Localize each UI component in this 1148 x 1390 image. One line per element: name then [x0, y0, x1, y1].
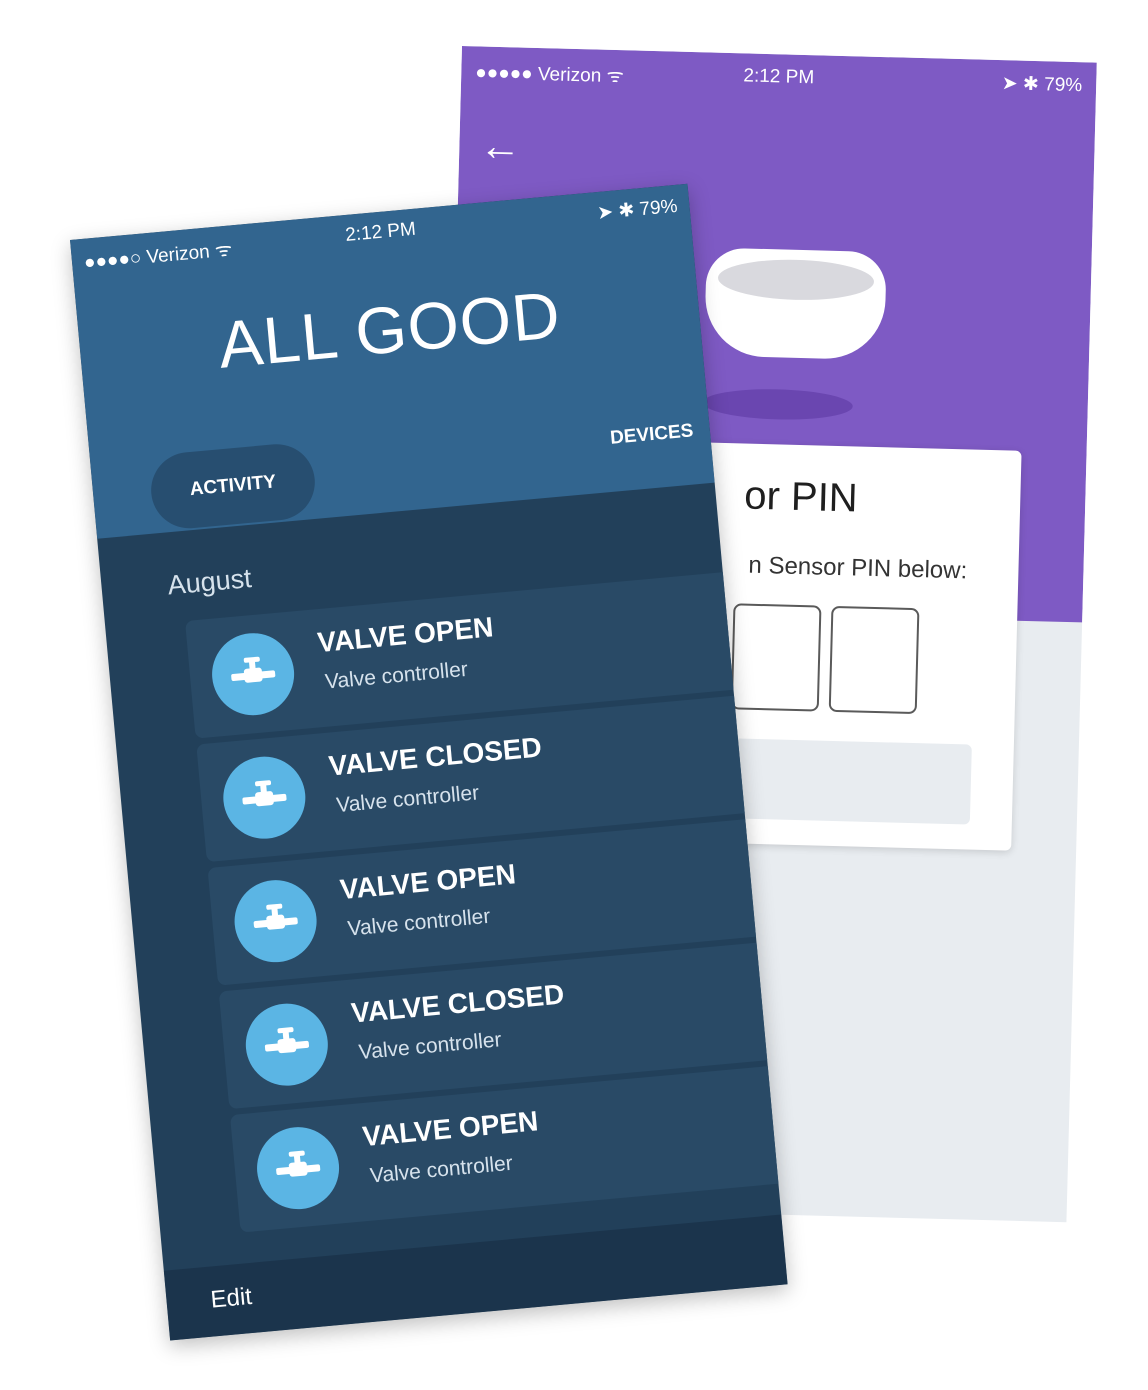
- valve-icon: [231, 876, 321, 966]
- status-bar: ●●●●○ Verizon ᯤ 2:12 PM ➤ ✱ 79%: [70, 184, 691, 280]
- pin-digit-input[interactable]: [730, 603, 822, 712]
- item-subtitle: Valve controller: [369, 1151, 514, 1188]
- valve-icon: [208, 629, 298, 719]
- item-subtitle: Valve controller: [357, 1028, 503, 1065]
- valve-icon: [219, 753, 309, 843]
- tab-activity[interactable]: ACTIVITY: [147, 440, 319, 532]
- item-subtitle: Valve controller: [346, 904, 492, 941]
- battery-status: ➤ ✱ 79%: [1001, 73, 1083, 97]
- back-arrow-icon[interactable]: ←: [479, 121, 522, 169]
- pin-title: or PIN: [743, 473, 859, 521]
- status-bar: ●●●●● Verizon ᯤ 2:12 PM ➤ ✱ 79%: [461, 46, 1097, 109]
- activity-screen: ●●●●○ Verizon ᯤ 2:12 PM ➤ ✱ 79% ALL GOOD…: [70, 183, 788, 1341]
- item-subtitle: Valve controller: [324, 657, 469, 694]
- tab-devices[interactable]: DEVICES: [609, 420, 694, 449]
- item-title: VALVE OPEN: [361, 1105, 540, 1153]
- status-title: ALL GOOD: [215, 277, 564, 382]
- valve-icon: [242, 1000, 332, 1090]
- edit-button[interactable]: Edit: [209, 1283, 253, 1315]
- section-heading: August: [166, 563, 253, 601]
- item-title: VALVE CLOSED: [327, 731, 543, 782]
- battery-status: ➤ ✱ 79%: [596, 195, 679, 225]
- item-subtitle: Valve controller: [335, 781, 481, 818]
- activity-list: VALVE OPEN Valve controller VALVE CLOSED…: [185, 565, 788, 1239]
- valve-icon: [253, 1123, 343, 1213]
- pin-instruction: n Sensor PIN below:: [748, 551, 968, 585]
- item-title: VALVE OPEN: [316, 611, 495, 659]
- item-title: VALVE CLOSED: [349, 978, 566, 1029]
- pin-digit-input[interactable]: [828, 605, 920, 715]
- item-title: VALVE OPEN: [338, 858, 518, 906]
- sensor-shadow: [702, 387, 854, 422]
- sensor-illustration: [703, 247, 887, 382]
- activity-header: ●●●●○ Verizon ᯤ 2:12 PM ➤ ✱ 79% ALL GOOD…: [70, 183, 715, 539]
